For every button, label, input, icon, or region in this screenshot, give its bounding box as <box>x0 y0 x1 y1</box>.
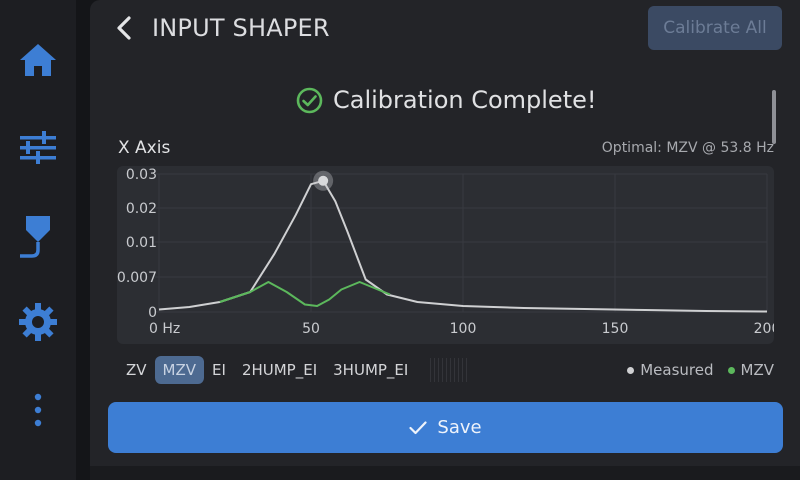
panel-footer <box>90 466 800 480</box>
nav-more-button[interactable] <box>0 380 76 440</box>
extruder-icon <box>20 216 50 258</box>
legend-measured: Measured <box>627 361 714 379</box>
legend-shaper-dot <box>727 366 735 374</box>
y-tick-label: 0 <box>148 305 157 321</box>
chevron-left-icon <box>117 16 131 40</box>
nav-controls-button[interactable] <box>0 118 76 178</box>
check-icon <box>409 420 428 434</box>
y-tick-label: 0.007 <box>117 270 157 286</box>
peak-marker <box>318 175 329 186</box>
chart-canvas: 0 0.007 0.01 0.02 0.03 0 Hz 50 100 150 200 <box>117 167 774 337</box>
save-button[interactable]: Save <box>108 402 783 453</box>
y-tick-label: 0.02 <box>126 201 157 217</box>
scrollbar[interactable] <box>772 90 776 144</box>
optimal-shaper-label: Optimal: MZV @ 53.8 Hz <box>601 140 774 156</box>
x-tick-label: 150 <box>602 321 629 337</box>
nav-filament-button[interactable] <box>0 206 76 266</box>
chart-legend: Measured MZV <box>627 361 774 379</box>
page-title: INPUT SHAPER <box>152 14 330 42</box>
more-vertical-icon <box>34 393 42 427</box>
frequency-chart: 0 0.007 0.01 0.02 0.03 0 Hz 50 100 150 200 <box>117 166 774 344</box>
shaper-option-zv[interactable]: ZV <box>118 356 155 384</box>
calibration-status: Calibration Complete! <box>296 84 597 116</box>
shaper-option-3hump_ei[interactable]: 3HUMP_EI <box>325 356 416 384</box>
save-label: Save <box>437 417 482 438</box>
sidebar <box>0 0 76 480</box>
legend-measured-label: Measured <box>640 361 714 379</box>
status-text: Calibration Complete! <box>333 86 597 114</box>
nav-settings-button[interactable] <box>0 292 76 352</box>
y-tick-label: 0.03 <box>126 167 157 183</box>
gear-icon <box>19 303 57 341</box>
legend-measured-dot <box>627 366 635 374</box>
shaper-scroll-fade <box>430 358 470 382</box>
sliders-icon <box>20 131 56 164</box>
series-line-mzv <box>219 281 391 307</box>
legend-shaper-label: MZV <box>740 361 774 379</box>
x-tick-label: 100 <box>450 321 477 337</box>
y-tick-label: 0.01 <box>126 235 157 251</box>
axis-label: X Axis <box>118 138 171 158</box>
calibrate-all-button[interactable]: Calibrate All <box>648 6 782 50</box>
x-tick-label: 0 Hz <box>149 321 180 337</box>
legend-shaper: MZV <box>727 361 774 379</box>
x-tick-label: 200 <box>754 321 774 337</box>
back-button[interactable] <box>112 12 136 44</box>
home-icon <box>20 44 56 76</box>
x-tick-label: 50 <box>302 321 320 337</box>
shaper-selector: ZV MZV EI 2HUMP_EI 3HUMP_EI <box>118 356 416 384</box>
shaper-option-mzv[interactable]: MZV <box>154 356 205 384</box>
nav-home-button[interactable] <box>0 30 76 90</box>
shaper-option-ei[interactable]: EI <box>204 356 234 384</box>
shaper-option-2hump_ei[interactable]: 2HUMP_EI <box>234 356 325 384</box>
check-circle-icon <box>296 87 323 113</box>
